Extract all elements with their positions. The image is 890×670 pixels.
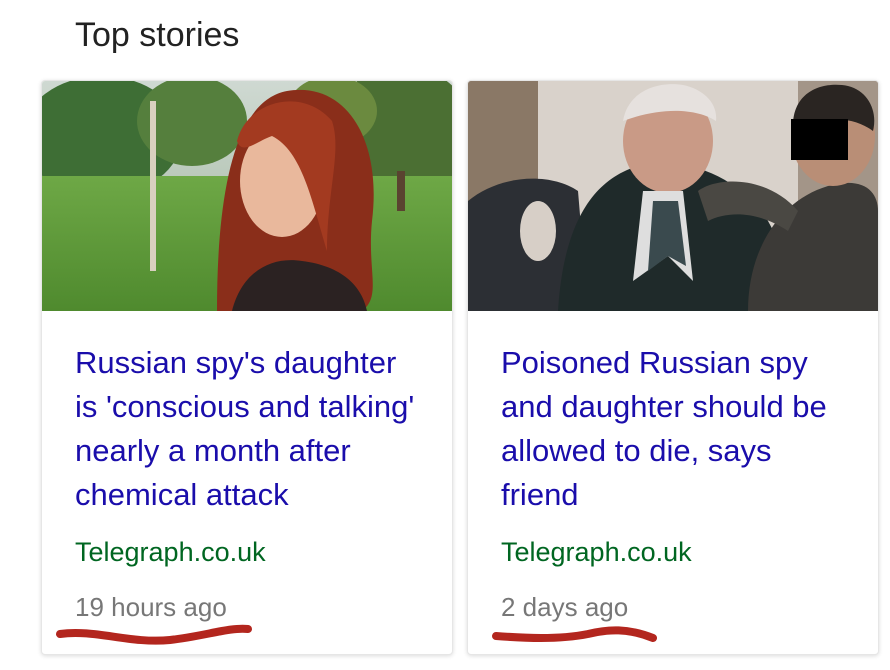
story-1-headline[interactable]: Russian spy's daughter is 'conscious and… (75, 341, 425, 517)
story-1-source: Telegraph.co.uk (75, 537, 266, 567)
story-2-image[interactable] (468, 81, 878, 311)
story-1-time: 19 hours ago (75, 592, 227, 622)
story-card-2[interactable]: Poisoned Russian spy and daughter should… (467, 80, 879, 655)
story-2-source: Telegraph.co.uk (501, 537, 692, 567)
top-stories-title: Top stories (75, 16, 240, 54)
story-card-1[interactable]: Russian spy's daughter is 'conscious and… (41, 80, 453, 655)
story-1-image[interactable] (42, 81, 452, 311)
story-2-headline[interactable]: Poisoned Russian spy and daughter should… (501, 341, 851, 517)
story-2-time: 2 days ago (501, 592, 629, 622)
